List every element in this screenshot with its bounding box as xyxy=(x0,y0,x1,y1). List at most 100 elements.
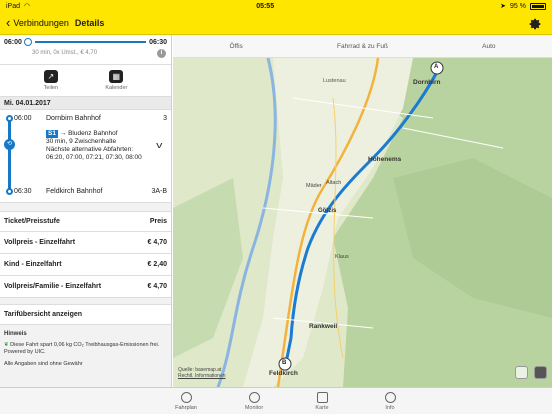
train-icon xyxy=(23,38,32,46)
tab-info[interactable]: Info xyxy=(373,388,407,414)
map-label-altach: Altach xyxy=(326,180,342,186)
nav-bar: ‹ Verbindungen Details xyxy=(0,12,552,35)
tab-karte[interactable]: Karte xyxy=(305,388,339,414)
ticket-price: € 2,40 xyxy=(147,261,167,268)
route-line xyxy=(34,41,147,43)
locate-icon[interactable] xyxy=(515,366,528,379)
connection-summary[interactable]: 06:00 06:30 30 min, 0x Umst., € 4,70 i xyxy=(0,35,171,65)
monitor-icon xyxy=(248,391,260,403)
route-line xyxy=(8,118,11,192)
hint-text: Diese Fahrt spart 0,06 kg CO₂ Treibhausg… xyxy=(4,342,160,355)
transport-mode-tabs: Öffis Fahrrad & zu Fuß Auto xyxy=(173,35,552,58)
departure-time: 06:00 xyxy=(14,115,32,122)
connection-details-panel: 06:00 06:30 30 min, 0x Umst., € 4,70 i ↗… xyxy=(0,35,172,387)
alternatives-times: 06:20, 07:00, 07:21, 07:30, 08:00 xyxy=(46,154,142,161)
tab-monitor[interactable]: Monitor xyxy=(237,388,271,414)
table-row: Kind - Einzelfahrt € 2,40 xyxy=(0,254,171,276)
tab-label: Fahrplan xyxy=(175,404,197,411)
wifi-icon: ◠ xyxy=(24,3,31,10)
map-label-lustenau: Lustenau xyxy=(323,78,346,84)
summary-arrival: 06:30 xyxy=(149,38,167,46)
share-label: Teilen xyxy=(43,85,59,91)
battery-percent: 95 % xyxy=(510,2,526,10)
map-canvas xyxy=(173,58,552,387)
departure-row: 06:00 Dornbirn Bahnhof 3 xyxy=(14,115,167,122)
summary-info: 30 min, 0x Umst., € 4,70 xyxy=(32,50,98,56)
map-label-klaus: Klaus xyxy=(335,254,349,260)
map-label-hohenems: Hohenems xyxy=(368,156,402,163)
arrival-time: 06:30 xyxy=(14,188,32,195)
tab-bike-walk[interactable]: Fahrrad & zu Fuß xyxy=(299,35,425,57)
info-icon xyxy=(384,391,396,403)
hint-section: Hinweis ❦ Diese Fahrt spart 0,06 kg CO₂ … xyxy=(0,325,171,374)
back-button[interactable]: ‹ Verbindungen xyxy=(6,14,69,30)
line-badge: S1 xyxy=(46,130,58,138)
arrival-row: 06:30 Feldkirch Bahnhof 3A-B xyxy=(14,188,167,195)
departure-station: Dornbirn Bahnhof xyxy=(46,115,101,122)
ticket-label: Vollpreis/Familie - Einzelfahrt xyxy=(4,283,102,290)
clock: 05:55 xyxy=(256,2,275,10)
map-label-rankweil: Rankweil xyxy=(309,323,338,330)
journey-leg: ⟲ 06:00 Dornbirn Bahnhof 3 S1 → Bludenz … xyxy=(0,110,171,203)
tab-car[interactable]: Auto xyxy=(426,35,552,57)
leg-direction: → Bludenz Bahnhof xyxy=(59,130,118,137)
legal-info-link[interactable]: Rechtl. Informationen xyxy=(178,373,226,379)
status-bar: iPad ◠ 05:55 ➤ 95 % xyxy=(0,0,552,12)
leg-details: S1 → Bludenz Bahnhof 30 min, 9 Zwischenh… xyxy=(46,130,142,162)
chevron-down-icon[interactable]: v xyxy=(156,140,162,150)
map-layers-icon[interactable] xyxy=(534,366,547,379)
end-stop-dot xyxy=(6,188,13,195)
info-icon[interactable]: i xyxy=(157,49,166,58)
table-row: Vollpreis - Einzelfahrt € 4,70 xyxy=(0,232,171,254)
tab-label: Info xyxy=(385,404,395,411)
departure-platform: 3 xyxy=(163,115,167,122)
map-label-dornbirn: Dornbirn xyxy=(413,79,441,86)
price-table-header: Ticket/Preisstufe Preis xyxy=(0,212,171,232)
map-marker-b[interactable]: B xyxy=(282,360,286,366)
map-icon xyxy=(316,391,328,403)
arrival-station: Feldkirch Bahnhof xyxy=(46,188,103,195)
compass-icon xyxy=(180,391,192,403)
action-bar: ↗ Teilen ▦ Kalender xyxy=(0,65,171,97)
journey-date: Mi. 04.01.2017 xyxy=(0,97,171,110)
tab-label: Monitor xyxy=(244,404,264,411)
leg-duration: 30 min, 9 Zwischenhalte xyxy=(46,138,117,145)
map-label-goetzis: Götzis xyxy=(318,208,337,214)
map-label-feldkirch: Feldkirch xyxy=(269,370,298,377)
leaf-icon: ❦ xyxy=(4,342,9,348)
map-marker-a[interactable]: A xyxy=(434,64,438,70)
share-button[interactable]: ↗ Teilen xyxy=(44,70,58,91)
tab-fahrplan[interactable]: Fahrplan xyxy=(169,388,203,414)
summary-departure: 06:00 xyxy=(4,38,22,46)
ticket-price: € 4,70 xyxy=(147,239,167,246)
route-map[interactable]: Dornbirn Lustenau Hohenems Mäder Altach … xyxy=(173,58,552,387)
train-icon: ⟲ xyxy=(4,139,15,150)
back-label: Verbindungen xyxy=(13,18,69,28)
table-row: Vollpreis/Familie - Einzelfahrt € 4,70 xyxy=(0,276,171,298)
price-table: Ticket/Preisstufe Preis Vollpreis - Einz… xyxy=(0,211,171,298)
alternatives-label: Nächste alternative Abfahrten: xyxy=(46,146,134,153)
tab-bar: Fahrplan Monitor Karte Info xyxy=(0,387,552,414)
tariff-overview-link[interactable]: Tarifübersicht anzeigen xyxy=(0,304,171,325)
chevron-left-icon: ‹ xyxy=(6,14,11,30)
ticket-label: Kind - Einzelfahrt xyxy=(4,261,62,268)
calendar-button[interactable]: ▦ Kalender xyxy=(105,70,127,91)
calendar-icon: ▦ xyxy=(109,70,124,83)
calendar-label: Kalender xyxy=(105,85,128,91)
disclaimer: Alle Angaben sind ohne Gewähr xyxy=(4,361,83,367)
ticket-price: € 4,70 xyxy=(147,283,167,290)
start-stop-dot xyxy=(6,115,13,122)
carrier-label: iPad xyxy=(6,2,21,10)
arrival-platform: 3A-B xyxy=(151,188,167,195)
tab-public-transport[interactable]: Öffis xyxy=(173,35,299,57)
gear-icon[interactable] xyxy=(527,16,542,31)
map-credit: Quelle: basemap.at Rechtl. Informationen xyxy=(178,367,226,379)
tab-label: Karte xyxy=(315,404,329,411)
battery-icon xyxy=(530,2,546,10)
price-column-header: Preis xyxy=(149,218,167,225)
location-icon: ➤ xyxy=(500,3,507,10)
page-title: Details xyxy=(74,18,105,28)
share-icon: ↗ xyxy=(43,70,58,83)
hint-title: Hinweis xyxy=(4,331,27,337)
ticket-column-header: Ticket/Preisstufe xyxy=(4,218,60,225)
